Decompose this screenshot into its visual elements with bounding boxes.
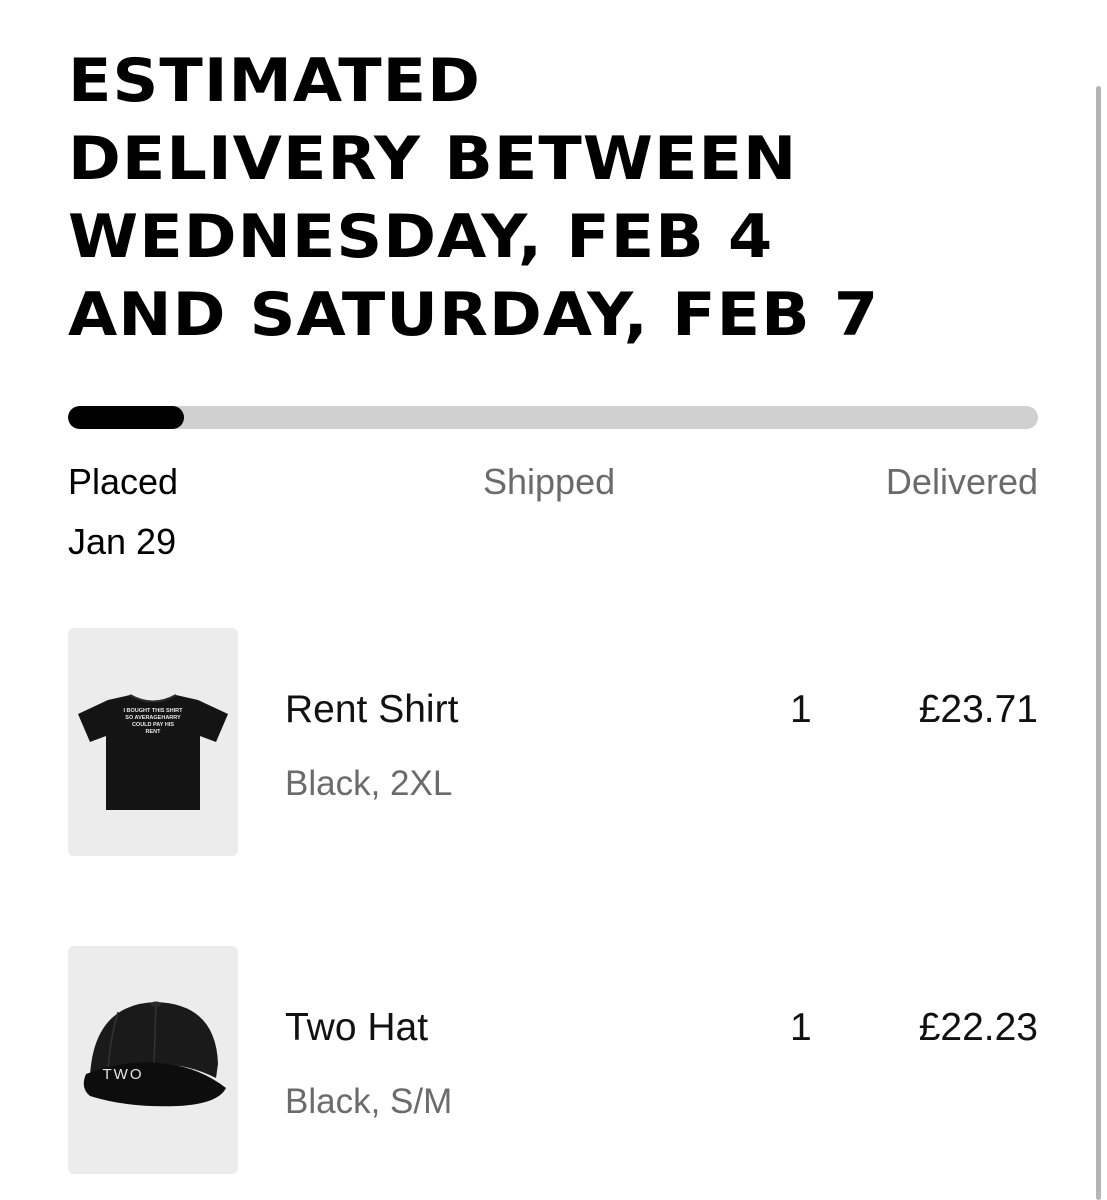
product-image[interactable]: I BOUGHT THIS SHIRT SO AVERAGEHARRY COUL…	[68, 628, 238, 856]
shirt-print-line-2: SO AVERAGEHARRY	[125, 715, 181, 721]
item-name[interactable]: Rent Shirt	[285, 685, 458, 735]
heading-line-3: WEDNESDAY, FEB 4	[68, 202, 774, 272]
item-price: £22.23	[918, 1006, 1038, 1049]
cap-print-text: TWO	[103, 1066, 144, 1083]
estimated-delivery-heading: ESTIMATED DELIVERY BETWEEN WEDNESDAY, FE…	[68, 42, 1048, 354]
product-image[interactable]: TWO	[68, 946, 238, 1174]
item-variant: Black, S/M	[285, 1082, 453, 1121]
order-item-two-hat[interactable]: TWO Two Hat Black, S/M 1 £22.23	[68, 946, 1038, 1174]
shirt-print-line-4: RENT	[146, 729, 162, 735]
delivery-progress-bar	[68, 406, 1038, 429]
heading-line-4: AND SATURDAY, FEB 7	[68, 280, 880, 350]
step-placed-label: Placed	[68, 461, 179, 502]
item-price: £23.71	[918, 688, 1038, 731]
item-name[interactable]: Two Hat	[285, 1003, 428, 1053]
heading-line-2: DELIVERY BETWEEN	[68, 124, 798, 194]
heading-line-1: ESTIMATED	[68, 46, 482, 116]
shirt-print-line-1: I BOUGHT THIS SHIRT	[124, 708, 184, 714]
item-quantity: 1	[790, 688, 812, 731]
vertical-scrollbar[interactable]	[1096, 86, 1101, 1200]
t-shirt-icon: I BOUGHT THIS SHIRT SO AVERAGEHARRY COUL…	[78, 694, 228, 810]
shirt-print-line-3: COULD PAY HIS	[132, 722, 174, 728]
item-variant: Black, 2XL	[285, 764, 453, 803]
delivery-progress-fill	[68, 406, 185, 429]
step-placed-date: Jan 29	[68, 521, 177, 562]
item-quantity: 1	[790, 1006, 812, 1049]
step-shipped-label: Shipped	[483, 461, 616, 502]
order-status-page: ESTIMATED DELIVERY BETWEEN WEDNESDAY, FE…	[0, 0, 1107, 1200]
cap-icon: TWO	[83, 1001, 226, 1107]
order-item-rent-shirt[interactable]: I BOUGHT THIS SHIRT SO AVERAGEHARRY COUL…	[68, 628, 1038, 856]
step-delivered-label: Delivered	[885, 461, 1038, 502]
